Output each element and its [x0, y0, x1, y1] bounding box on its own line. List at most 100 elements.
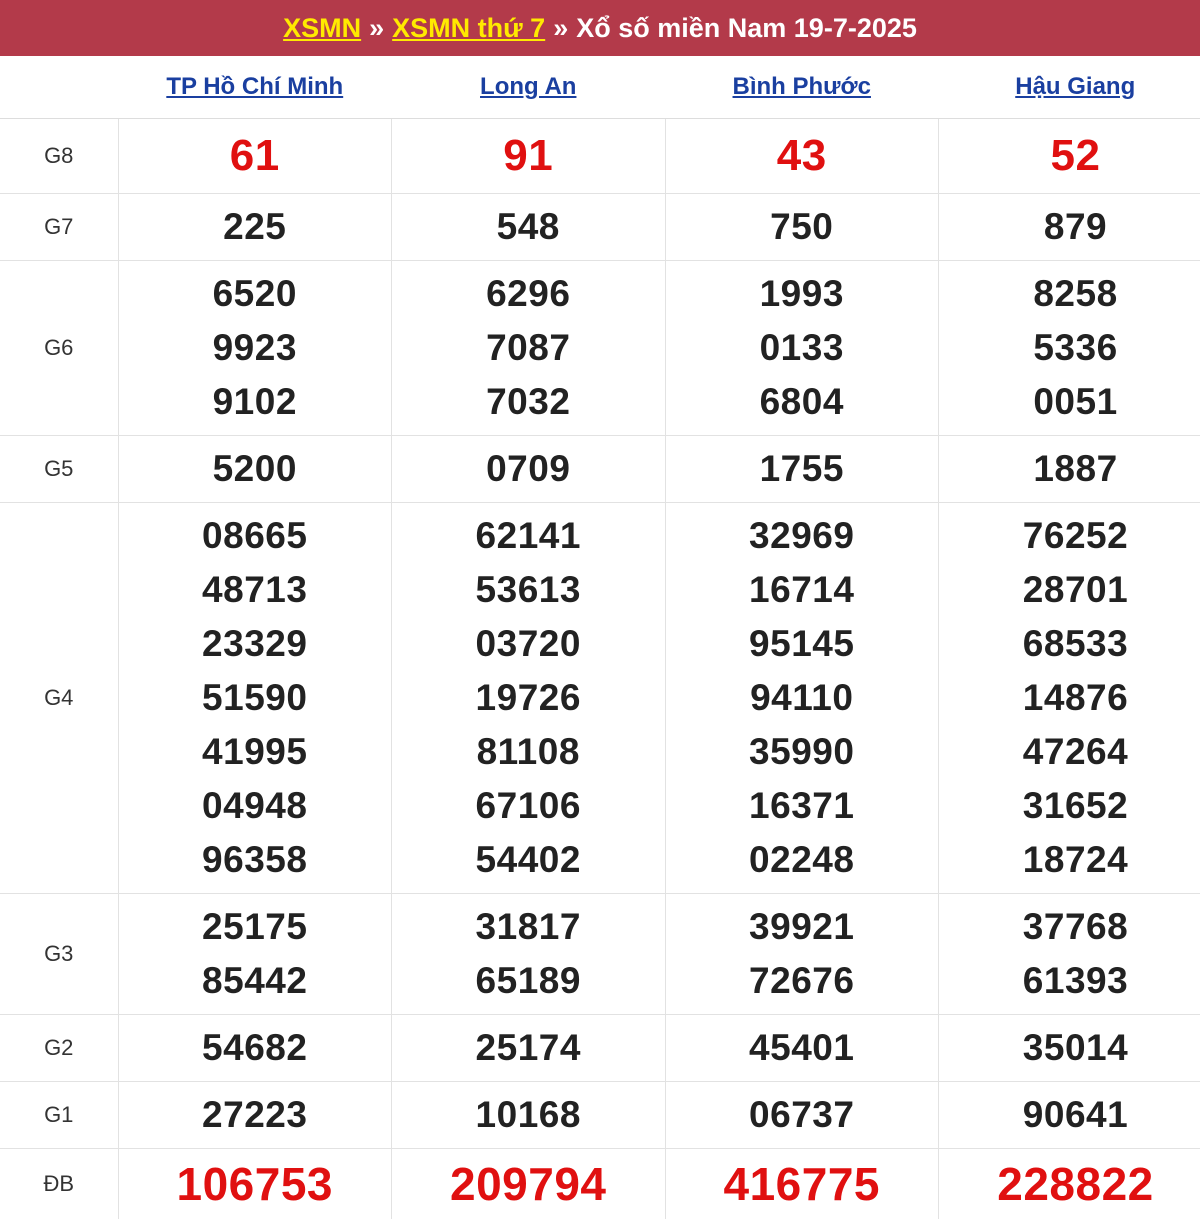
winning-number: 25174: [392, 1021, 665, 1075]
result-cell: 3181765189: [392, 894, 666, 1015]
result-cell: 76252287016853314876472643165218724: [939, 503, 1200, 894]
prize-label: ĐB: [0, 1149, 118, 1219]
result-cell: 06737: [665, 1082, 939, 1149]
result-cell: 3992172676: [665, 894, 939, 1015]
result-cell: 43: [665, 119, 939, 194]
result-cell: 10168: [392, 1082, 666, 1149]
winning-number: 31652: [939, 779, 1200, 833]
winning-number: 9923: [119, 321, 392, 375]
result-cell: 25174: [392, 1015, 666, 1082]
winning-number: 25175: [119, 900, 392, 954]
winning-number: 02248: [666, 833, 939, 887]
result-cell: 548: [392, 194, 666, 261]
prize-label: G4: [0, 503, 118, 894]
winning-number: 91: [392, 129, 665, 183]
results-header: XSMN » XSMN thứ 7 » Xổ số miền Nam 19-7-…: [0, 0, 1200, 56]
winning-number: 53613: [392, 563, 665, 617]
province-link-long-an[interactable]: Long An: [480, 73, 576, 100]
winning-number: 14876: [939, 671, 1200, 725]
winning-number: 54682: [119, 1021, 392, 1075]
winning-number: 85442: [119, 954, 392, 1008]
winning-number: 19726: [392, 671, 665, 725]
winning-number: 6804: [666, 375, 939, 429]
prize-row-g4: G408665487132332951590419950494896358621…: [0, 503, 1200, 894]
winning-number: 5336: [939, 321, 1200, 375]
result-cell: 879: [939, 194, 1200, 261]
prize-row-g5: G55200070917551887: [0, 436, 1200, 503]
winning-number: 8258: [939, 267, 1200, 321]
result-cell: 08665487132332951590419950494896358: [118, 503, 392, 894]
breadcrumb-separator: »: [369, 13, 384, 44]
winning-number: 16371: [666, 779, 939, 833]
winning-number: 32969: [666, 509, 939, 563]
province-header-row: TP Hồ Chí Minh Long An Bình Phước Hậu Gi…: [0, 56, 1200, 119]
winning-number: 18724: [939, 833, 1200, 887]
winning-number: 90641: [939, 1088, 1200, 1142]
winning-number: 41995: [119, 725, 392, 779]
winning-number: 35014: [939, 1021, 1200, 1075]
winning-number: 23329: [119, 617, 392, 671]
winning-number: 548: [392, 200, 665, 254]
result-cell: 90641: [939, 1082, 1200, 1149]
province-link-hcm[interactable]: TP Hồ Chí Minh: [166, 73, 343, 100]
winning-number: 35990: [666, 725, 939, 779]
province-link-hau-giang[interactable]: Hậu Giang: [1015, 73, 1135, 100]
lottery-results-table: TP Hồ Chí Minh Long An Bình Phước Hậu Gi…: [0, 56, 1200, 1219]
result-cell: 228822: [939, 1149, 1200, 1219]
result-cell: 0709: [392, 436, 666, 503]
winning-number: 65189: [392, 954, 665, 1008]
result-cell: 1887: [939, 436, 1200, 503]
result-cell: 825853360051: [939, 261, 1200, 436]
winning-number: 879: [939, 200, 1200, 254]
province-header: Hậu Giang: [939, 56, 1200, 119]
winning-number: 94110: [666, 671, 939, 725]
winning-number: 5200: [119, 442, 392, 496]
province-link-binh-phuoc[interactable]: Bình Phước: [733, 73, 871, 100]
winning-number: 6296: [392, 267, 665, 321]
results-body: G861914352G7225548750879G665209923910262…: [0, 119, 1200, 1219]
winning-number: 68533: [939, 617, 1200, 671]
prize-label: G1: [0, 1082, 118, 1149]
winning-number: 96358: [119, 833, 392, 887]
result-cell: 32969167149514594110359901637102248: [665, 503, 939, 894]
page-title: Xổ số miền Nam 19-7-2025: [576, 13, 917, 44]
winning-number: 7087: [392, 321, 665, 375]
result-cell: 5200: [118, 436, 392, 503]
prize-label: G8: [0, 119, 118, 194]
result-cell: 27223: [118, 1082, 392, 1149]
winning-number: 6520: [119, 267, 392, 321]
winning-number: 61: [119, 129, 392, 183]
result-cell: 52: [939, 119, 1200, 194]
winning-number: 0709: [392, 442, 665, 496]
winning-number: 106753: [119, 1157, 392, 1211]
province-header: TP Hồ Chí Minh: [118, 56, 392, 119]
prize-row-g3: G325175854423181765189399217267637768613…: [0, 894, 1200, 1015]
xsmn-saturday-link[interactable]: XSMN thứ 7: [392, 13, 545, 44]
result-cell: 35014: [939, 1015, 1200, 1082]
winning-number: 39921: [666, 900, 939, 954]
result-cell: 652099239102: [118, 261, 392, 436]
result-cell: 91: [392, 119, 666, 194]
winning-number: 0051: [939, 375, 1200, 429]
winning-number: 225: [119, 200, 392, 254]
breadcrumb-separator: »: [553, 13, 568, 44]
result-cell: 629670877032: [392, 261, 666, 436]
xsmn-link[interactable]: XSMN: [283, 13, 361, 44]
result-cell: 199301336804: [665, 261, 939, 436]
winning-number: 37768: [939, 900, 1200, 954]
result-cell: 106753: [118, 1149, 392, 1219]
winning-number: 04948: [119, 779, 392, 833]
winning-number: 416775: [666, 1157, 939, 1211]
winning-number: 62141: [392, 509, 665, 563]
prize-label: G3: [0, 894, 118, 1015]
prize-label: G7: [0, 194, 118, 261]
winning-number: 0133: [666, 321, 939, 375]
winning-number: 81108: [392, 725, 665, 779]
winning-number: 1755: [666, 442, 939, 496]
result-cell: 416775: [665, 1149, 939, 1219]
winning-number: 51590: [119, 671, 392, 725]
prize-row-g1: G127223101680673790641: [0, 1082, 1200, 1149]
result-cell: 1755: [665, 436, 939, 503]
winning-number: 31817: [392, 900, 665, 954]
prize-label: G2: [0, 1015, 118, 1082]
